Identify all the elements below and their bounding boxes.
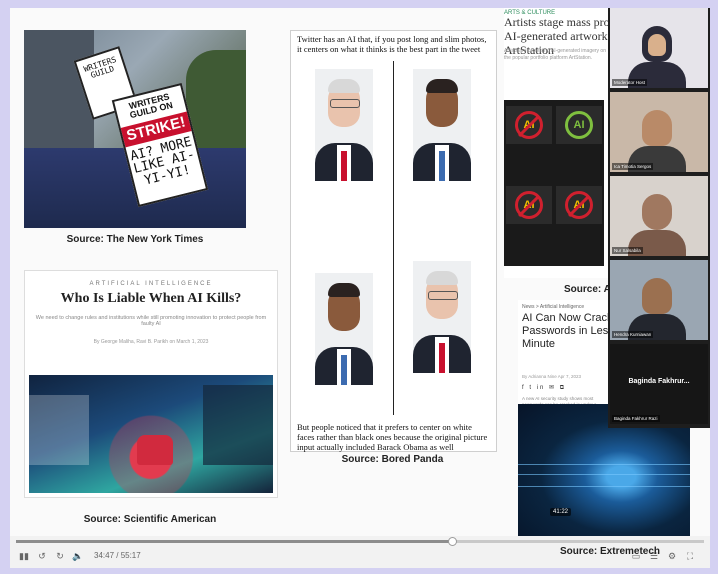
progress-fill xyxy=(16,540,452,543)
portrait-mitch-top xyxy=(315,69,373,181)
article-dek: Artists are protesting AI-generated imag… xyxy=(504,48,606,61)
volume-icon[interactable]: 🔈 xyxy=(72,550,84,562)
panda-intro-text: Twitter has an AI that, if you post long… xyxy=(297,34,487,54)
participant-name: Ica Timotia Sergos xyxy=(612,163,654,170)
caption-scientific-american: Source: Scientific American xyxy=(83,514,217,525)
bored-panda-card: Twitter has an AI that, if you post long… xyxy=(290,30,497,452)
article-headline: Who Is Liable When AI Kills? xyxy=(60,291,242,306)
rewind-icon[interactable]: ↺ xyxy=(36,550,48,562)
article-meta: By Adrianna Nine Apr 7, 2023 xyxy=(522,374,582,379)
progress-bar[interactable] xyxy=(16,537,704,546)
share-icons[interactable]: f t in ✉ ⧉ xyxy=(522,384,566,392)
self-driving-car-image xyxy=(29,375,273,493)
article-dek: We need to change rules and institutions… xyxy=(35,315,267,327)
participant-name: Nur Salsabila xyxy=(612,247,643,254)
article-kicker: ARTIFICIAL INTELLIGENCE xyxy=(89,281,213,287)
participant-tile[interactable]: Hendra Kurniawan xyxy=(610,260,708,340)
article-headline: AI Can Now Crack Most Passwords in Less … xyxy=(522,312,610,351)
portrait-mitch-bottom xyxy=(413,261,471,373)
forward-icon[interactable]: ↻ xyxy=(54,550,66,562)
participant-display-name: Baginda Fakhrur... xyxy=(628,378,690,385)
ai-cell: AI xyxy=(506,186,552,224)
participants-panel: Moderator Host Ica Timotia Sergos Nur Sa… xyxy=(608,8,710,428)
article-category: News > Artificial Intelligence xyxy=(522,304,585,310)
panda-divider xyxy=(393,61,394,415)
no-ai-icon: AI xyxy=(515,111,543,139)
video-frame: WRITERS GUILD WRITERS GUILD ON STRIKE! A… xyxy=(10,8,710,568)
participant-name: Hendra Kurniawan xyxy=(612,331,654,338)
ai-cell: AI xyxy=(506,106,552,144)
caption-nyt: Source: The New York Times xyxy=(66,234,204,245)
strike-photo: WRITERS GUILD WRITERS GUILD ON STRIKE! A… xyxy=(24,30,246,228)
progress-handle[interactable] xyxy=(447,537,457,546)
presentation-slide: WRITERS GUILD WRITERS GUILD ON STRIKE! A… xyxy=(10,8,710,536)
no-ai-image-grid: AI AI AI AI xyxy=(504,100,604,266)
no-ai-icon: AI xyxy=(565,191,593,219)
portrait-barack-bottom xyxy=(315,273,373,385)
image-blur-right xyxy=(203,385,273,465)
caption-bored-panda: Source: Bored Panda xyxy=(341,454,444,465)
portrait-barack-top xyxy=(413,69,471,181)
ai-cell: AI xyxy=(556,106,602,144)
no-ai-icon: AI xyxy=(515,191,543,219)
participant-name: Baginda Fakhrur Razi xyxy=(612,415,660,422)
thumbnail-time: 41:22 xyxy=(550,508,572,516)
article-scientific-american: ARTIFICIAL INTELLIGENCE Who Is Liable Wh… xyxy=(24,270,278,498)
ai-badge-icon: AI xyxy=(565,111,593,139)
image-blur-left xyxy=(29,395,89,465)
artists-protest-article: ARTS & CULTURE Artists stage mass protes… xyxy=(504,8,663,278)
ai-cell: AI xyxy=(556,186,602,224)
settings-icon[interactable]: ⚙ xyxy=(666,550,678,562)
article-byline: By George Maliha, Ravi B. Parikh on Marc… xyxy=(93,339,209,345)
fullscreen-icon[interactable]: ⛶ xyxy=(684,550,696,562)
caption-extremetech: Source: Extremetech xyxy=(560,546,661,557)
play-pause-icon[interactable]: ▮▮ xyxy=(18,550,30,562)
panda-outro-text: But people noticed that it prefers to ce… xyxy=(297,422,488,452)
participant-tile[interactable]: Nur Salsabila xyxy=(610,176,708,256)
car-shape xyxy=(137,435,173,465)
participant-tile[interactable]: Ica Timotia Sergos xyxy=(610,92,708,172)
participant-tile-camera-off[interactable]: Baginda Fakhrur... Baginda Fakhrur Razi xyxy=(610,344,708,424)
participant-tile[interactable]: Moderator Host xyxy=(610,8,708,88)
timecode: 34:47 / 55:17 xyxy=(94,551,141,560)
participant-name: Moderator Host xyxy=(612,79,648,86)
